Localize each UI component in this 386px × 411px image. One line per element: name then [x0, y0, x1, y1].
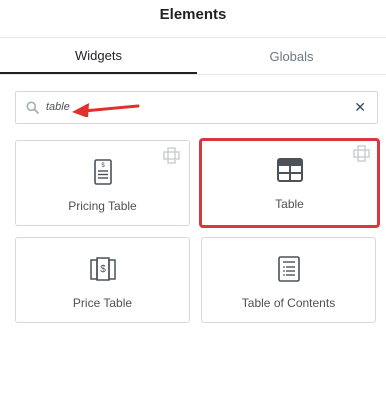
panel-header: Elements	[0, 0, 386, 38]
svg-text:$: $	[100, 264, 106, 275]
tab-bar: Widgets Globals	[0, 38, 386, 75]
widget-price-table[interactable]: $ Price Table	[15, 237, 190, 323]
widget-label: Price Table	[72, 296, 133, 310]
widget-label: Table	[275, 197, 304, 211]
svg-text:$: $	[101, 163, 105, 169]
search-icon	[26, 101, 39, 114]
tab-globals[interactable]: Globals	[197, 38, 386, 74]
widget-pricing-table[interactable]: $ Pricing Table	[15, 140, 190, 226]
pro-badge-icon	[163, 147, 180, 164]
widget-label: Table of Contents	[241, 296, 336, 310]
tab-widgets[interactable]: Widgets	[0, 38, 197, 74]
panel-title: Elements	[159, 5, 227, 23]
widget-table[interactable]: Table	[199, 138, 380, 228]
table-of-contents-icon	[277, 256, 300, 282]
pro-badge-icon	[353, 145, 370, 162]
widget-table-of-contents[interactable]: Table of Contents	[201, 237, 376, 323]
close-icon[interactable]: ✕	[354, 100, 366, 115]
table-icon	[276, 158, 303, 182]
price-table-icon: $	[89, 257, 116, 281]
search-input[interactable]: table	[46, 92, 70, 123]
red-arrow-annotation	[72, 103, 140, 117]
widget-label: Pricing Table	[68, 199, 137, 213]
pricing-table-icon: $	[93, 159, 112, 185]
